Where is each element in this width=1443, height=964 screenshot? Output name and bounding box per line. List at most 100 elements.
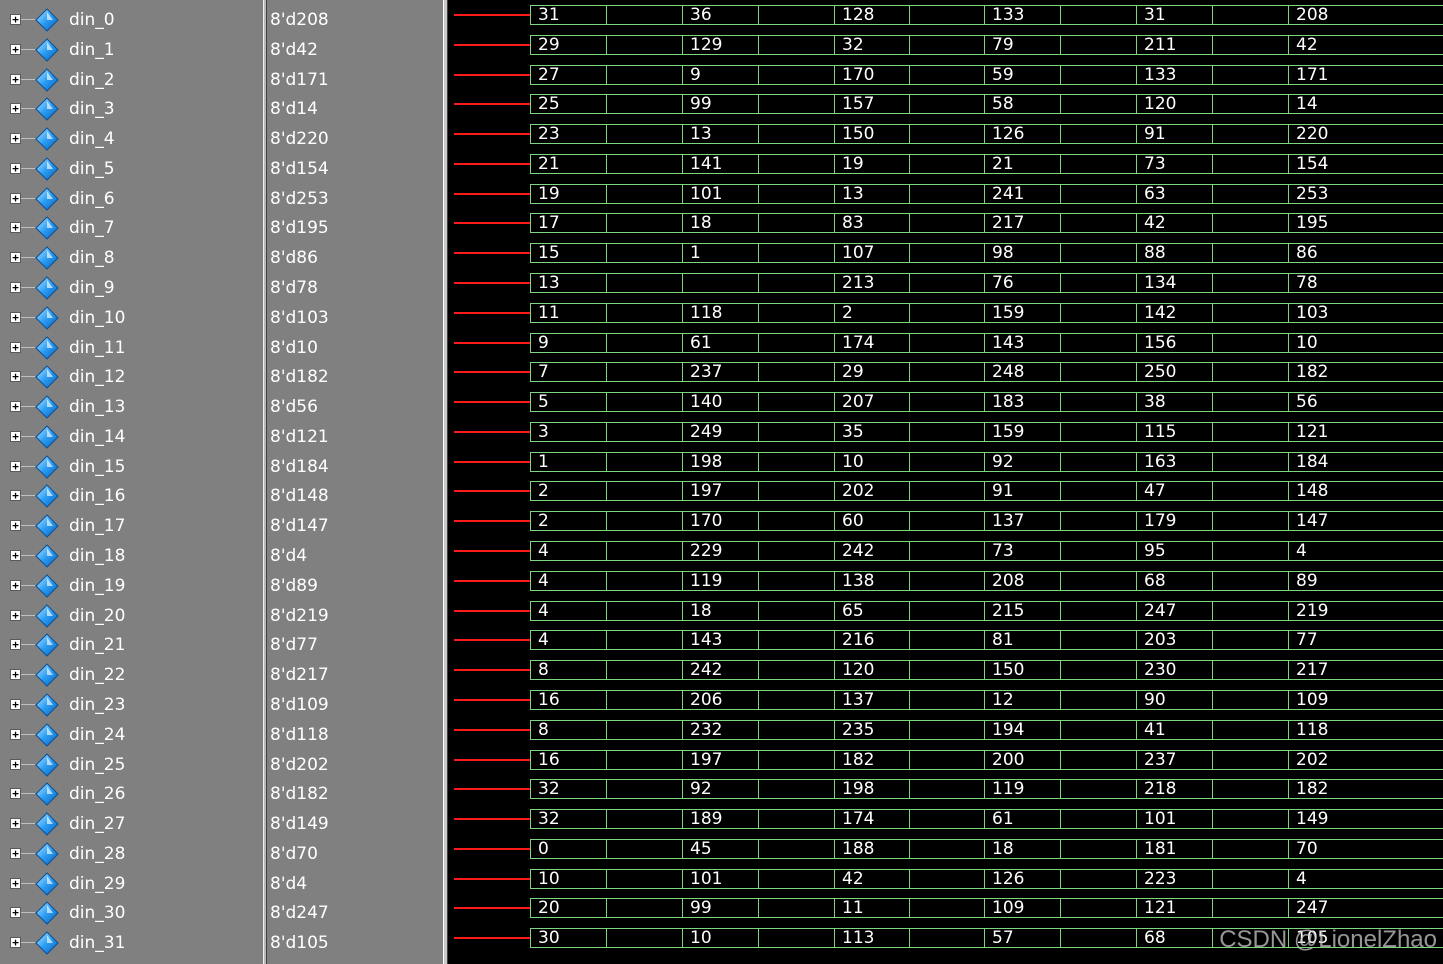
signal-value-row[interactable]: 8'd86 bbox=[267, 243, 443, 273]
expand-icon[interactable]: + bbox=[10, 877, 21, 889]
bus-segment[interactable]: 202 bbox=[1288, 749, 1443, 770]
expand-icon[interactable]: + bbox=[10, 430, 21, 442]
waveform-row[interactable]: 7 237 29 248 250 182 bbox=[448, 352, 1443, 383]
expand-icon[interactable]: + bbox=[10, 222, 21, 234]
waveform-row[interactable]: 19 101 13 241 63 253 bbox=[448, 174, 1443, 204]
signal-value-row[interactable]: 8'd109 bbox=[267, 690, 443, 720]
signal-name[interactable]: din_20 bbox=[69, 605, 125, 627]
signal-name[interactable]: din_8 bbox=[69, 247, 115, 269]
bus-segment[interactable]: 118 bbox=[1288, 719, 1443, 740]
signal-name[interactable]: din_27 bbox=[69, 813, 125, 835]
waveform-row[interactable]: 4 18 65 215 247 219 bbox=[448, 591, 1443, 621]
signal-name[interactable]: din_26 bbox=[69, 783, 125, 805]
signal-name[interactable]: din_9 bbox=[69, 277, 115, 299]
signal-name[interactable]: din_28 bbox=[69, 843, 125, 865]
expand-icon[interactable]: + bbox=[10, 550, 21, 562]
signal-value-row[interactable]: 8'd78 bbox=[267, 273, 443, 303]
signal-row[interactable]: + din_17 bbox=[0, 511, 263, 541]
waveform-row[interactable]: 15 1 107 98 88 86 bbox=[448, 233, 1443, 264]
signal-value-row[interactable]: 8'd70 bbox=[267, 839, 443, 869]
waveform-row[interactable]: 8 242 120 150 230 217 bbox=[448, 650, 1443, 681]
signal-row[interactable]: + din_31 bbox=[0, 928, 263, 958]
waveform-row[interactable]: 31 36 128 133 31 208 bbox=[448, 0, 1443, 25]
signal-value-row[interactable]: 8'd56 bbox=[267, 392, 443, 422]
signal-name[interactable]: din_29 bbox=[69, 873, 125, 895]
expand-icon[interactable]: + bbox=[10, 758, 21, 770]
signal-value-row[interactable]: 8'd253 bbox=[267, 184, 443, 214]
waveform-row[interactable]: 20 99 11 109 121 247 bbox=[448, 888, 1443, 919]
expand-icon[interactable]: + bbox=[10, 73, 21, 85]
signal-name[interactable]: din_25 bbox=[69, 754, 125, 776]
signal-value-row[interactable]: 8'd77 bbox=[267, 630, 443, 660]
bus-segment[interactable]: 56 bbox=[1288, 392, 1443, 413]
signal-name[interactable]: din_18 bbox=[69, 545, 125, 567]
signal-row[interactable]: + din_7 bbox=[0, 213, 263, 243]
bus-segment[interactable]: 147 bbox=[1288, 511, 1443, 532]
bus-segment[interactable]: 182 bbox=[1288, 362, 1443, 383]
bus-segment[interactable]: 217 bbox=[1288, 660, 1443, 681]
signal-row[interactable]: + din_24 bbox=[0, 720, 263, 750]
signal-row[interactable]: + din_20 bbox=[0, 601, 263, 631]
waveform-row[interactable]: 27 9 170 59 133 171 bbox=[448, 55, 1443, 85]
expand-icon[interactable]: + bbox=[10, 460, 21, 472]
signal-value-row[interactable]: 8'd202 bbox=[267, 750, 443, 780]
expand-icon[interactable]: + bbox=[10, 162, 21, 174]
expand-icon[interactable]: + bbox=[10, 669, 21, 681]
signal-name[interactable]: din_7 bbox=[69, 217, 115, 239]
signal-row[interactable]: + din_23 bbox=[0, 690, 263, 720]
waveform-row[interactable]: 29 129 32 79 211 42 bbox=[448, 25, 1443, 55]
bus-segment[interactable]: 253 bbox=[1288, 183, 1443, 204]
expand-icon[interactable]: + bbox=[10, 579, 21, 591]
signal-name[interactable]: din_6 bbox=[69, 188, 115, 210]
expand-icon[interactable]: + bbox=[10, 788, 21, 800]
signal-row[interactable]: + din_11 bbox=[0, 333, 263, 363]
signal-value-row[interactable]: 8'd182 bbox=[267, 362, 443, 392]
waveform-row[interactable]: 1 198 10 92 163 184 bbox=[448, 442, 1443, 472]
signal-name[interactable]: din_3 bbox=[69, 98, 115, 120]
signal-value-row[interactable]: 8'd121 bbox=[267, 422, 443, 452]
signal-row[interactable]: + din_27 bbox=[0, 809, 263, 839]
signal-row[interactable]: + din_19 bbox=[0, 571, 263, 601]
signal-row[interactable]: + din_14 bbox=[0, 422, 263, 452]
waveform-row[interactable]: 10 101 42 126 223 4 bbox=[448, 859, 1443, 889]
signal-row[interactable]: + din_21 bbox=[0, 630, 263, 660]
signal-name[interactable]: din_23 bbox=[69, 694, 125, 716]
waveform-row[interactable]: 11 118 2 159 142 103 bbox=[448, 293, 1443, 323]
signal-name[interactable]: din_10 bbox=[69, 307, 125, 329]
signal-row[interactable]: + din_18 bbox=[0, 541, 263, 571]
bus-segment[interactable]: 10 bbox=[1288, 332, 1443, 353]
signal-name[interactable]: din_5 bbox=[69, 158, 115, 180]
signal-value-row[interactable]: 8'd182 bbox=[267, 779, 443, 809]
expand-icon[interactable]: + bbox=[10, 252, 21, 264]
signal-name[interactable]: din_14 bbox=[69, 426, 125, 448]
signal-values-pane[interactable]: 8'd208 8'd42 8'd171 8'd14 8'd220 8'd154 8'd253… bbox=[267, 0, 443, 964]
signal-row[interactable]: + din_10 bbox=[0, 303, 263, 333]
expand-icon[interactable]: + bbox=[10, 14, 21, 25]
signal-names-pane[interactable]: + din_0 + din_1 + din_2 + din_3 + din_4 + din_5 + din… bbox=[0, 0, 263, 964]
bus-segment[interactable]: 149 bbox=[1288, 809, 1443, 830]
signal-name[interactable]: din_21 bbox=[69, 634, 125, 656]
expand-icon[interactable]: + bbox=[10, 818, 21, 830]
expand-icon[interactable]: + bbox=[10, 847, 21, 859]
bus-segment[interactable]: 154 bbox=[1288, 153, 1443, 174]
signal-value-row[interactable]: 8'd217 bbox=[267, 660, 443, 690]
bus-segment[interactable]: 103 bbox=[1288, 302, 1443, 323]
expand-icon[interactable]: + bbox=[10, 341, 21, 353]
signal-row[interactable]: + din_15 bbox=[0, 452, 263, 482]
expand-icon[interactable]: + bbox=[10, 937, 21, 949]
waveform-row[interactable]: 17 18 83 217 42 195 bbox=[448, 203, 1443, 234]
signal-value-row[interactable]: 8'd208 bbox=[267, 5, 443, 35]
bus-segment[interactable]: 70 bbox=[1288, 838, 1443, 859]
bus-segment[interactable]: 195 bbox=[1288, 213, 1443, 234]
signal-name[interactable]: din_2 bbox=[69, 69, 115, 91]
signal-name[interactable]: din_16 bbox=[69, 485, 125, 507]
bus-segment[interactable]: 220 bbox=[1288, 124, 1443, 145]
signal-row[interactable]: + din_9 bbox=[0, 273, 263, 303]
bus-segment[interactable]: 14 bbox=[1288, 94, 1443, 115]
bus-segment[interactable]: 247 bbox=[1288, 898, 1443, 919]
signal-value-row[interactable]: 8'd184 bbox=[267, 452, 443, 482]
bus-segment[interactable]: 78 bbox=[1288, 273, 1443, 294]
signal-row[interactable]: + din_26 bbox=[0, 779, 263, 809]
signal-value-row[interactable]: 8'd149 bbox=[267, 809, 443, 839]
bus-segment[interactable]: 171 bbox=[1288, 64, 1443, 85]
